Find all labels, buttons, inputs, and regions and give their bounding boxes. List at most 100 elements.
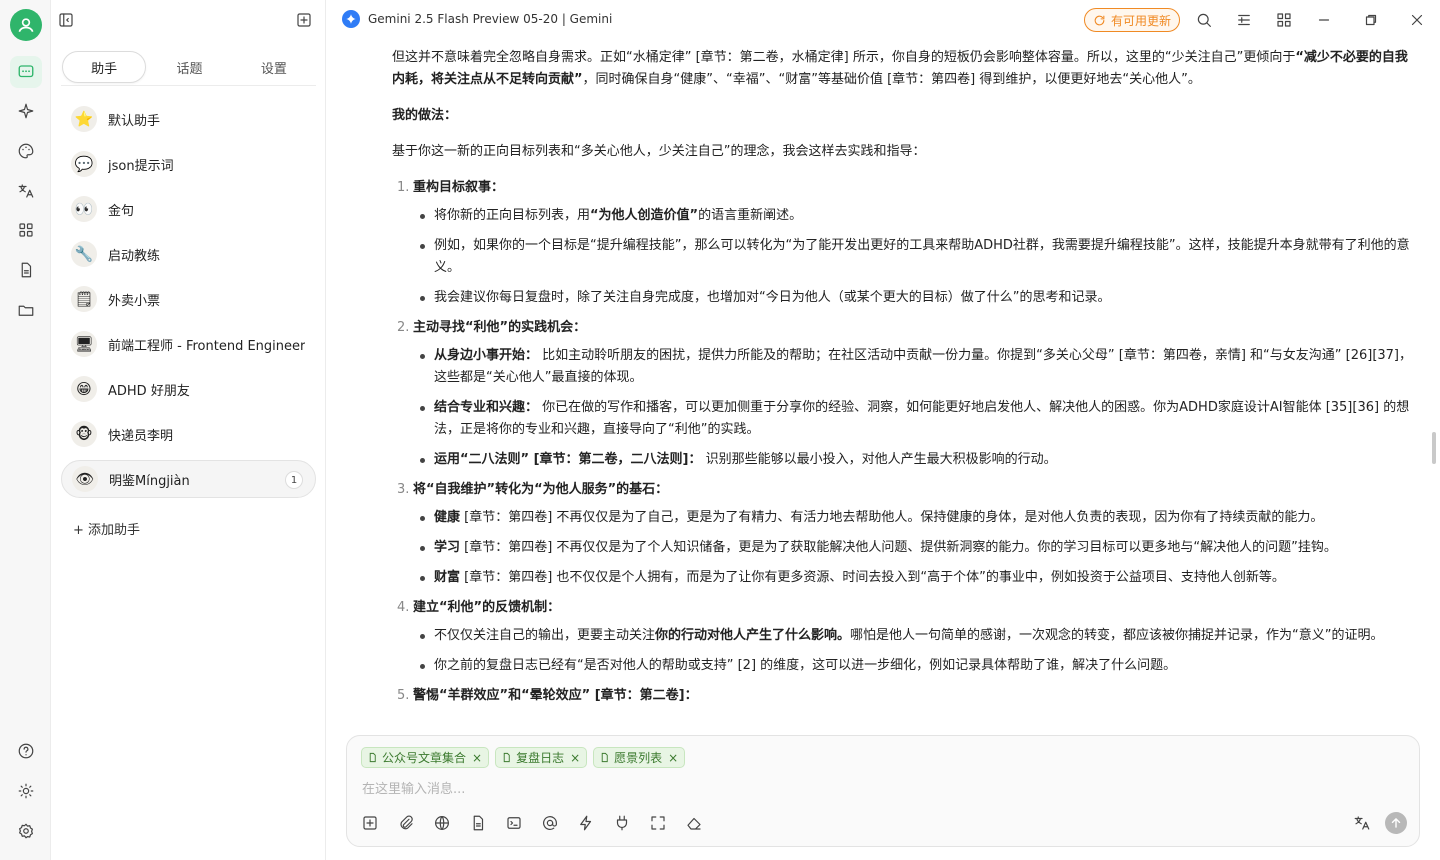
tab-assistants[interactable]: 助手	[62, 51, 147, 83]
paint-nav-button[interactable]	[10, 135, 42, 167]
step-bullets: 将你新的正向目标列表，用“为他人创造价值”的语言重新阐述。 例如，如果你的一个目标…	[413, 205, 1412, 309]
message-intro: 基于你这一新的正向目标列表和“多关心他人，少关注自己”的理念，我会这样去实践和指…	[392, 144, 926, 159]
model-title[interactable]: Gemini 2.5 Flash Preview 05-20 | Gemini	[342, 10, 612, 28]
close-icon[interactable]	[1408, 11, 1426, 29]
add-assistant-button[interactable]: + 添加助手	[73, 519, 140, 538]
user-avatar[interactable]	[10, 9, 42, 41]
tab-settings[interactable]: 设置	[233, 51, 315, 83]
search-icon[interactable]	[1195, 11, 1213, 29]
assistant-item[interactable]: 👀 金句	[61, 190, 316, 228]
knowledge-chip[interactable]: 复盘日志 ×	[495, 747, 588, 768]
file-icon	[369, 752, 376, 763]
palette-icon	[18, 143, 34, 159]
assistant-item[interactable]: 🐵 快递员李明	[61, 415, 316, 453]
assistant-list: ⭐ 默认助手 💬 json提示词 👀 金句 🔧 启动教练 🗒 外卖小票 🖥 前端工程师 - Front…	[61, 100, 316, 505]
translate-icon[interactable]	[1353, 814, 1371, 832]
settings-nav-button[interactable]	[10, 815, 42, 847]
agents-nav-button[interactable]	[10, 95, 42, 127]
chat-main: Gemini 2.5 Flash Preview 05-20 | Gemini …	[326, 0, 1440, 860]
assistant-item[interactable]: 🖥 前端工程师 - Frontend Engineer	[61, 325, 316, 363]
assistant-name: ADHD 好朋友	[108, 383, 190, 399]
fullscreen-icon[interactable]	[649, 814, 667, 832]
files-nav-button[interactable]	[10, 254, 42, 286]
knowledge-chip[interactable]: 愿景列表 ×	[593, 747, 686, 768]
scrollbar-thumb[interactable]	[1432, 432, 1436, 464]
file-icon	[503, 752, 510, 763]
new-topic-icon[interactable]	[361, 814, 379, 832]
message-input[interactable]	[362, 778, 1402, 800]
bullet-item: 不仅仅关注自己的输出，更要主动关注你的行动对他人产生了什么影响。哪怕是他人一句简…	[413, 625, 1412, 647]
maximize-icon[interactable]	[1362, 11, 1380, 29]
translate-icon	[18, 184, 34, 198]
assistant-item[interactable]: 🔧 启动教练	[61, 235, 316, 273]
update-available-button[interactable]: 有可用更新	[1084, 8, 1180, 32]
bullet-item: 我会建议你每日复盘时，除了关注自身完成度，也增加对“今日为他人（或某个更大的目标…	[413, 287, 1412, 309]
mcp-plug-icon[interactable]	[613, 814, 631, 832]
send-button[interactable]	[1385, 812, 1407, 834]
assistant-item[interactable]: ⭐ 默认助手	[61, 100, 316, 138]
minimap-icon[interactable]	[1235, 11, 1253, 29]
folder-nav-button[interactable]	[10, 294, 42, 326]
sidebar-toggle-icon[interactable]	[57, 11, 75, 29]
assistant-name: 启动教练	[108, 248, 161, 264]
attachment-icon[interactable]	[397, 814, 415, 832]
assistant-name: 外卖小票	[108, 293, 161, 309]
assistant-emoji-icon: 🐵	[71, 421, 97, 447]
web-search-icon[interactable]	[433, 814, 451, 832]
gear-icon	[19, 823, 33, 839]
sun-icon	[18, 783, 34, 799]
assistant-name: 前端工程师 - Frontend Engineer	[108, 338, 306, 354]
chat-icon	[18, 65, 34, 78]
chip-remove-icon[interactable]: ×	[472, 751, 482, 765]
chip-remove-icon[interactable]: ×	[570, 751, 580, 765]
bullet-item: 学习 [章节：第四卷] 不再仅仅是为了个人知识储备，更是为了获取能解决他人问题、…	[413, 537, 1412, 559]
assistant-item[interactable]: 😁 ADHD 好朋友	[61, 370, 316, 408]
chip-label: 公众号文章集合	[382, 751, 467, 765]
bullet-item: 你之前的复盘日志已经有“是否对他人的帮助或支持” [2] 的维度，这可以进一步细…	[413, 655, 1412, 677]
gemini-icon	[342, 10, 360, 28]
topic-count-badge: 1	[285, 471, 303, 489]
chip-label: 愿景列表	[614, 751, 663, 765]
chat-nav-button[interactable]	[10, 56, 42, 88]
step-title: 将“自我维护”转化为“为他人服务”的基石：	[413, 482, 669, 497]
knowledge-chips: 公众号文章集合 × 复盘日志 × 愿景列表 ×	[361, 747, 686, 768]
new-topic-icon[interactable]	[295, 11, 313, 29]
eraser-icon[interactable]	[685, 814, 703, 832]
bullet-item: 健康 [章节：第四卷] 不再仅仅是为了自己，更是为了有精力、有活力地去帮助他人。…	[413, 507, 1412, 529]
step-bullets: 不仅仅关注自己的输出，更要主动关注你的行动对他人产生了什么影响。哪怕是他人一句简…	[413, 625, 1412, 677]
chip-remove-icon[interactable]: ×	[668, 751, 678, 765]
assistant-emoji-icon: 👀	[71, 196, 97, 222]
assistant-item[interactable]: 🗒 外卖小票	[61, 280, 316, 318]
step-title: 主动寻找“利他”的实践机会：	[413, 320, 587, 335]
quick-phrase-icon[interactable]	[577, 814, 595, 832]
assistant-item[interactable]: 💬 json提示词	[61, 145, 316, 183]
step-bullets: 健康 [章节：第四卷] 不再仅仅是为了自己，更是为了有精力、有活力地去帮助他人。…	[413, 507, 1412, 589]
message-heading: 我的做法：	[392, 108, 458, 123]
knowledge-chip[interactable]: 公众号文章集合 ×	[361, 747, 490, 768]
steps-list: 1. 重构目标叙事： 将你新的正向目标列表，用“为他人创造价值”的语言重新阐述。 例如…	[392, 177, 1412, 707]
minimize-icon[interactable]	[1315, 11, 1333, 29]
folder-icon	[18, 305, 34, 316]
bullet-item: 结合专业和兴趣： 你已在做的写作和播客，可以更加侧重于分享你的经验、洞察，如何能…	[413, 397, 1412, 441]
terminal-icon[interactable]	[505, 814, 523, 832]
apps-nav-button[interactable]	[10, 214, 42, 246]
assistant-name: 默认助手	[108, 113, 161, 129]
knowledge-base-icon[interactable]	[469, 814, 487, 832]
assistant-name: json提示词	[108, 158, 174, 174]
file-icon	[601, 752, 608, 763]
message-content: 但这并不意味着完全忽略自身需求。正如“水桶定律” [章节：第二卷，水桶定律] 所…	[392, 40, 1412, 730]
layout-icon[interactable]	[1275, 11, 1293, 29]
assistant-emoji-icon: ⭐	[71, 106, 97, 132]
theme-nav-button[interactable]	[10, 775, 42, 807]
tab-topics[interactable]: 话题	[148, 51, 230, 83]
assistant-item[interactable]: 👁 明鉴Míngjiàn 1	[61, 460, 316, 498]
bullet-item: 例如，如果你的一个目标是“提升编程技能”，那么可以转化为“为了能开发出更好的工具…	[413, 235, 1412, 279]
sparkle-icon	[18, 103, 34, 119]
panel-tabs: 助手 话题 设置	[61, 50, 316, 86]
translate-nav-button[interactable]	[10, 175, 42, 207]
assistant-emoji-icon: 🗒	[71, 286, 97, 312]
chip-label: 复盘日志	[516, 751, 565, 765]
help-nav-button[interactable]	[10, 735, 42, 767]
refresh-icon	[1094, 15, 1105, 25]
mention-icon[interactable]	[541, 814, 559, 832]
